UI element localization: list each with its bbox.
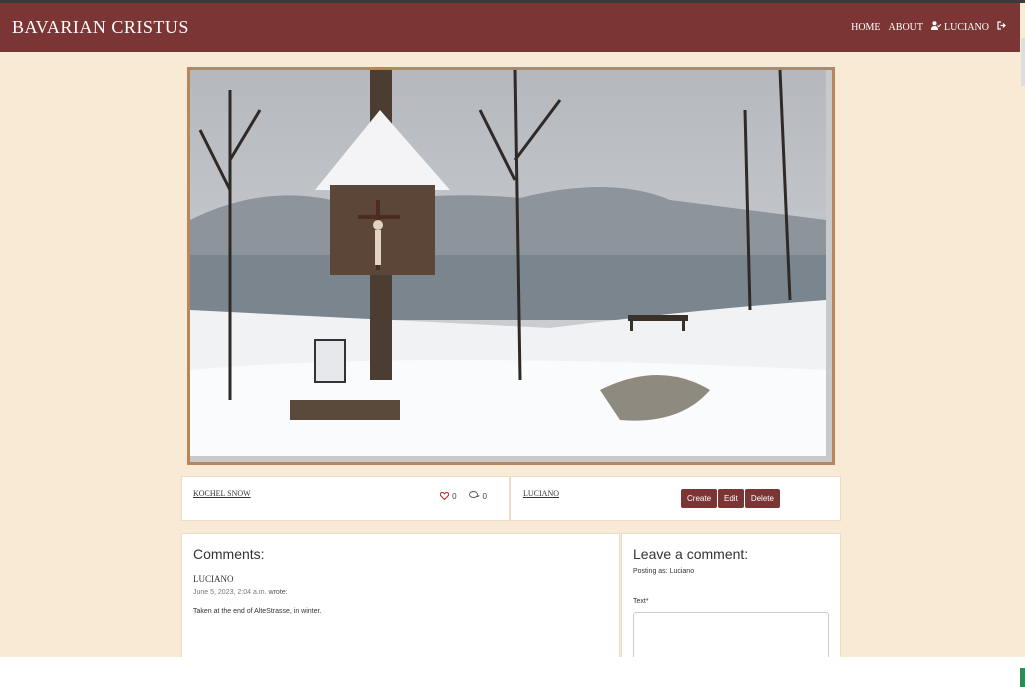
like-button[interactable]: 0 bbox=[439, 491, 457, 502]
nav-home-link[interactable]: Home bbox=[851, 22, 880, 33]
comment-meta: June 5, 2023, 2:04 a.m. wrote: bbox=[193, 589, 288, 596]
edit-button[interactable]: Edit bbox=[718, 489, 744, 508]
comment-wrote-label: wrote: bbox=[268, 589, 288, 596]
logout-link[interactable] bbox=[997, 21, 1006, 33]
status-indicator bbox=[1020, 668, 1025, 687]
post-info-card: Kochel Snow 0 0 bbox=[181, 476, 510, 521]
post-stats: 0 0 bbox=[439, 491, 487, 502]
post-author-card: Luciano Create Edit Delete bbox=[510, 476, 841, 521]
nav-links: Home About Luciano bbox=[851, 21, 1006, 33]
comment-text: Taken at the end of AlteStrasse, in wint… bbox=[193, 608, 322, 615]
heart-icon bbox=[439, 491, 450, 502]
navbar: Bavarian Cristus Home About Luciano bbox=[0, 3, 1020, 52]
post-title-link[interactable]: Kochel Snow bbox=[193, 489, 251, 498]
scrollbar[interactable] bbox=[1021, 38, 1025, 86]
post-image bbox=[187, 67, 835, 465]
comment-form-section: Leave a comment: Posting as: Luciano Tex… bbox=[621, 533, 841, 674]
text-field-label: Text* bbox=[633, 598, 649, 605]
nav-user-label: Luciano bbox=[944, 21, 989, 33]
nav-user-link[interactable]: Luciano bbox=[931, 21, 989, 33]
page-bottom-edge bbox=[0, 657, 1025, 687]
comment-count: 0 bbox=[482, 492, 487, 501]
delete-button[interactable]: Delete bbox=[744, 489, 780, 508]
post-author-link[interactable]: Luciano bbox=[523, 489, 559, 498]
comments-heading: Comments: bbox=[193, 546, 265, 562]
posting-as-label: Posting as: Luciano bbox=[633, 568, 695, 575]
comment-count-stat: 0 bbox=[468, 491, 487, 502]
comment-date: June 5, 2023, 2:04 a.m. bbox=[193, 589, 267, 596]
comment-author: Luciano bbox=[193, 574, 234, 584]
nav-about-link[interactable]: About bbox=[889, 22, 923, 33]
comments-icon bbox=[468, 491, 480, 502]
sign-out-icon bbox=[997, 21, 1006, 33]
like-count: 0 bbox=[452, 492, 457, 501]
comments-section: Comments: Luciano June 5, 2023, 2:04 a.m… bbox=[181, 533, 620, 665]
user-check-icon bbox=[931, 21, 942, 33]
brand-logo[interactable]: Bavarian Cristus bbox=[12, 17, 189, 38]
create-button[interactable]: Create bbox=[681, 489, 718, 508]
post-actions: Create Edit Delete bbox=[681, 489, 780, 508]
comment-form-heading: Leave a comment: bbox=[633, 546, 749, 562]
